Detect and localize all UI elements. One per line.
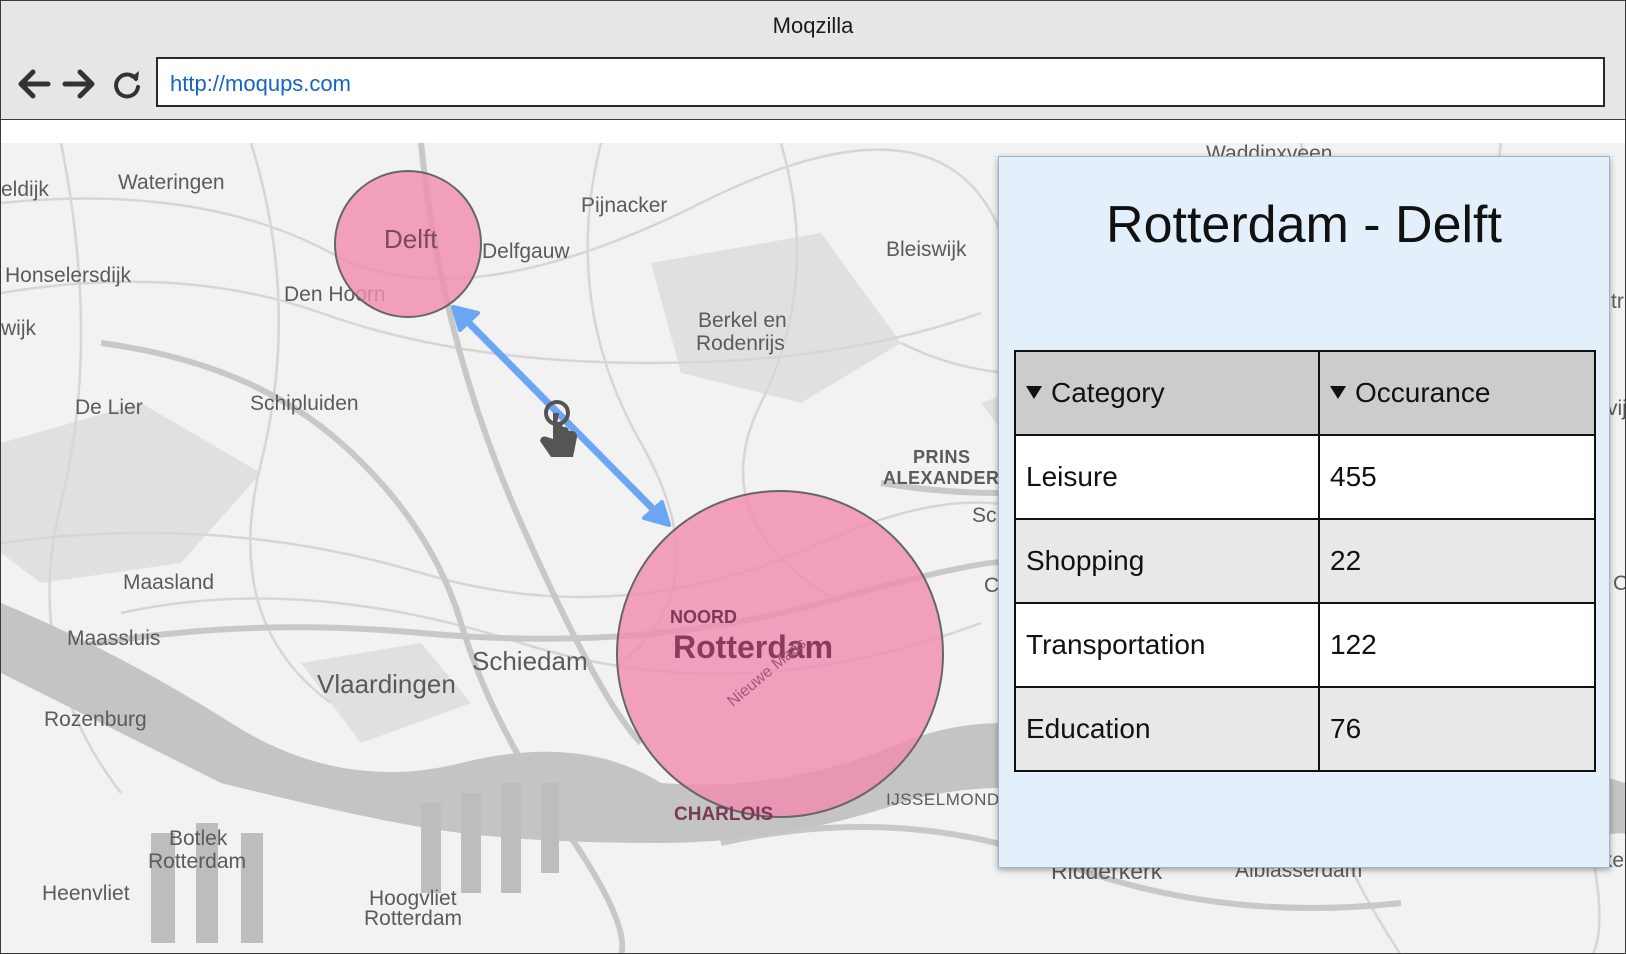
table-row[interactable]: Leisure 455: [1014, 434, 1596, 520]
charlois-label: CHARLOIS: [674, 804, 774, 825]
url-text: http://moqups.com: [170, 71, 351, 96]
back-button[interactable]: [14, 63, 54, 105]
cell-category: Transportation: [1014, 602, 1320, 688]
delft-label: Delft: [384, 224, 438, 254]
reload-icon: [114, 71, 140, 99]
route-info-panel: Rotterdam - Delft Category Occurance Lei…: [998, 156, 1610, 868]
double-arrow-icon[interactable]: [451, 305, 671, 527]
table-row[interactable]: Shopping 22: [1014, 518, 1596, 604]
cell-category: Leisure: [1014, 434, 1320, 520]
forward-button[interactable]: [59, 63, 99, 105]
cell-occurance: 76: [1318, 686, 1596, 772]
browser-titlebar: Moqzilla http://moqups.com: [1, 1, 1625, 120]
reload-button[interactable]: [107, 63, 147, 105]
noord-label: NOORD: [670, 607, 737, 627]
column-header-occurance[interactable]: Occurance: [1318, 350, 1596, 436]
cell-category: Education: [1014, 686, 1320, 772]
table-row[interactable]: Education 76: [1014, 686, 1596, 772]
arrow-left-icon: [18, 69, 51, 99]
sort-down-icon: [1330, 386, 1346, 400]
cell-occurance: 22: [1318, 518, 1596, 604]
panel-title: Rotterdam - Delft: [1106, 196, 1502, 254]
address-bar[interactable]: http://moqups.com: [156, 57, 1605, 107]
cell-occurance: 455: [1318, 434, 1596, 520]
arrow-right-icon: [62, 69, 95, 99]
window-title: Moqzilla: [772, 13, 854, 38]
table-row[interactable]: Transportation 122: [1014, 602, 1596, 688]
occurrence-table: Category Occurance Leisure 455 Shopping …: [1014, 350, 1596, 772]
cell-category: Shopping: [1014, 518, 1320, 604]
browser-window: Moqzilla http://moqups.com eldijk Wateri…: [0, 0, 1626, 954]
sort-down-icon: [1026, 386, 1042, 400]
cell-occurance: 122: [1318, 602, 1596, 688]
column-header-category[interactable]: Category: [1014, 350, 1320, 436]
